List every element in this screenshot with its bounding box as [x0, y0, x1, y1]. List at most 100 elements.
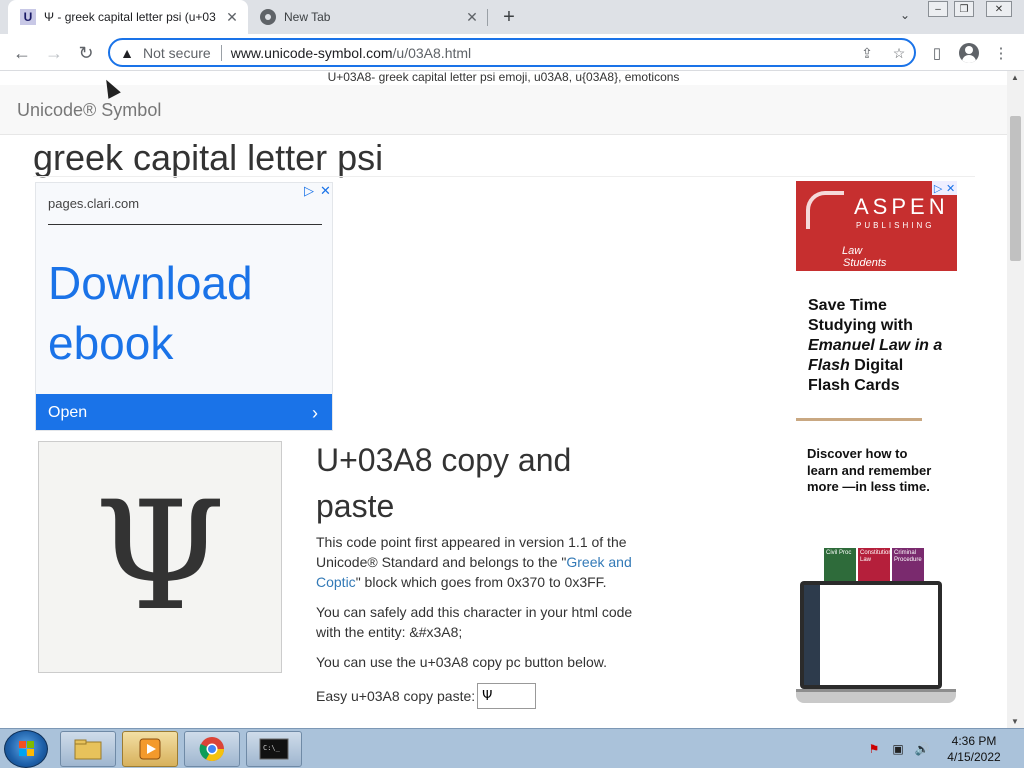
menu-kebab-icon[interactable]: ⋮	[990, 42, 1012, 64]
copy-paste-input[interactable]	[477, 683, 537, 709]
laptop-screen	[804, 585, 938, 685]
ad-headline-line-1: Download	[48, 257, 253, 309]
scroll-up-icon[interactable]: ▲	[1011, 73, 1019, 82]
share-icon[interactable]: ⇪	[858, 44, 876, 62]
taskbar-cmd[interactable]: C:\_	[246, 731, 302, 767]
adchoices-icon[interactable]: ▷ ✕	[932, 181, 957, 195]
address-bar[interactable]: ▲ Not secure www.unicode-symbol.com/u/03…	[108, 38, 916, 67]
tab-title: Ψ - greek capital letter psi (u+03	[44, 10, 216, 24]
book-cover: Constitutional Law	[858, 548, 896, 584]
volume-icon[interactable]: 🔊	[914, 741, 930, 757]
terminal-icon: C:\_	[259, 738, 289, 760]
site-navbar: Unicode® Symbol	[0, 85, 1007, 135]
ad-play-icon: ▷	[933, 182, 943, 195]
windows-taskbar: C:\_ ⚑ ▣ 🔊 4:36 PM 4/15/2022	[0, 728, 1024, 768]
reload-button[interactable]: ↻	[74, 41, 98, 65]
chevron-right-icon: ›	[312, 403, 318, 423]
ad-rule	[796, 418, 922, 421]
network-icon[interactable]: ▣	[890, 741, 906, 757]
divider	[33, 176, 975, 177]
minimize-button[interactable]: –	[928, 1, 948, 17]
chrome-favicon-icon	[260, 9, 276, 25]
back-button[interactable]: ←	[10, 41, 34, 65]
book-covers-image: Civil Proc Constitutional Law Criminal P…	[824, 548, 928, 584]
windows-logo-icon	[19, 741, 35, 757]
security-status[interactable]: Not secure	[143, 45, 211, 61]
url-path: /u/03A8.html	[392, 44, 472, 61]
close-tab-icon[interactable]: ✕	[222, 7, 242, 27]
ad-banner-right[interactable]: ASPEN PUBLISHING Law Students ▷ ✕ Save T…	[796, 181, 958, 711]
scroll-thumb[interactable]	[1010, 116, 1021, 261]
ad-domain: pages.clari.com	[48, 196, 140, 211]
site-brand-link[interactable]: Unicode® Symbol	[17, 100, 161, 121]
ad-open-button[interactable]: Open ›	[36, 394, 332, 430]
aspen-brand: ASPEN	[854, 194, 949, 219]
copy-hint-paragraph: You can use the u+03A8 copy pc button be…	[316, 654, 607, 670]
laptop-image	[800, 581, 942, 689]
url-text[interactable]: www.unicode-symbol.com/u/03A8.html	[231, 45, 471, 61]
svg-text:C:\_: C:\_	[263, 744, 281, 752]
profile-avatar[interactable]	[958, 42, 980, 64]
aspen-logo-banner[interactable]: ASPEN PUBLISHING Law Students ▷ ✕	[796, 181, 957, 271]
book-cover: Criminal Procedure	[892, 548, 924, 584]
aspen-tag-line-1: Law	[842, 245, 863, 257]
media-player-icon	[139, 738, 161, 760]
laptop-base	[796, 689, 956, 703]
clock-time: 4:36 PM	[951, 734, 997, 748]
browser-toolbar: ← → ↻ ▲ Not secure www.unicode-symbol.co…	[0, 34, 1024, 71]
aspen-tagline: Law Students	[842, 245, 886, 269]
action-center-flag-icon[interactable]: ⚑	[866, 741, 882, 757]
folder-icon	[74, 739, 102, 760]
tab-unicode-psi[interactable]: U Ψ - greek capital letter psi (u+03 ✕	[8, 0, 248, 34]
taskbar-explorer[interactable]	[60, 731, 116, 767]
omnibox-separator	[220, 44, 222, 61]
forward-button[interactable]: →	[42, 41, 66, 65]
ad-headline-line-2: ebook	[48, 317, 174, 369]
restore-button[interactable]: ❐	[954, 1, 974, 17]
ad-close-icon[interactable]: ✕	[320, 183, 331, 199]
tab-new-tab[interactable]: New Tab ✕	[250, 0, 488, 34]
ad-banner-left[interactable]: ▷ ✕ pages.clari.com Download ebook Open …	[35, 182, 333, 431]
taskbar-media-player[interactable]	[122, 731, 178, 767]
document-title: U+03A8- greek capital letter psi emoji, …	[327, 71, 680, 84]
aspen-brand-sub: PUBLISHING	[856, 221, 935, 230]
page-viewport: U+03A8- greek capital letter psi emoji, …	[0, 71, 1024, 728]
close-tab-icon[interactable]: ✕	[462, 7, 482, 27]
psi-glyph: Ψ	[94, 470, 226, 644]
ad-right-headline: Save Time Studying with Emanuel Law in a…	[808, 296, 948, 396]
system-clock[interactable]: 4:36 PM 4/15/2022	[940, 733, 1008, 765]
entity-paragraph: You can safely add this character in you…	[316, 604, 633, 640]
tab-search-icon[interactable]: ⌄	[895, 8, 915, 26]
close-window-button[interactable]: ✕	[986, 1, 1012, 17]
description-paragraph: This code point first appeared in versio…	[316, 532, 646, 592]
new-tab-button[interactable]: +	[498, 6, 520, 28]
avatar-icon	[959, 43, 979, 63]
tab-strip: U Ψ - greek capital letter psi (u+03 ✕ N…	[0, 0, 1024, 34]
page-scrollbar[interactable]: ▲ ▼	[1007, 71, 1024, 728]
aspen-logo-icon	[806, 191, 844, 229]
adchoices-icon[interactable]: ▷	[304, 183, 314, 199]
warning-triangle-icon[interactable]: ▲	[119, 45, 135, 61]
taskbar-chrome[interactable]	[184, 731, 240, 767]
scroll-down-icon[interactable]: ▼	[1011, 717, 1019, 726]
ad-close-icon: ✕	[945, 182, 956, 195]
book-cover: Civil Proc	[824, 548, 856, 584]
ad-divider	[48, 224, 322, 225]
start-button[interactable]	[4, 730, 48, 768]
url-domain: www.unicode-symbol.com	[230, 44, 393, 61]
section-title: U+03A8 copy and paste	[316, 442, 572, 524]
bookmark-star-icon[interactable]: ☆	[890, 44, 908, 62]
clock-date: 4/15/2022	[947, 750, 1001, 764]
ad-open-label: Open	[48, 404, 88, 421]
glyph-preview: Ψ	[38, 441, 282, 673]
page-title: greek capital letter psi	[33, 137, 384, 178]
copy-paste-row: Easy u+03A8 copy paste:	[316, 683, 537, 709]
ad-headline-a: Save Time Studying with	[808, 297, 913, 334]
ad-right-body: Discover how to learn and remember more …	[807, 446, 932, 494]
tab-separator	[487, 9, 488, 26]
side-panel-icon[interactable]: ▯	[926, 42, 948, 64]
copy-paste-label: Easy u+03A8 copy paste:	[316, 688, 476, 704]
chrome-icon	[199, 737, 224, 762]
tab-title: New Tab	[284, 10, 331, 24]
ad-headline[interactable]: Download ebook	[48, 253, 253, 373]
